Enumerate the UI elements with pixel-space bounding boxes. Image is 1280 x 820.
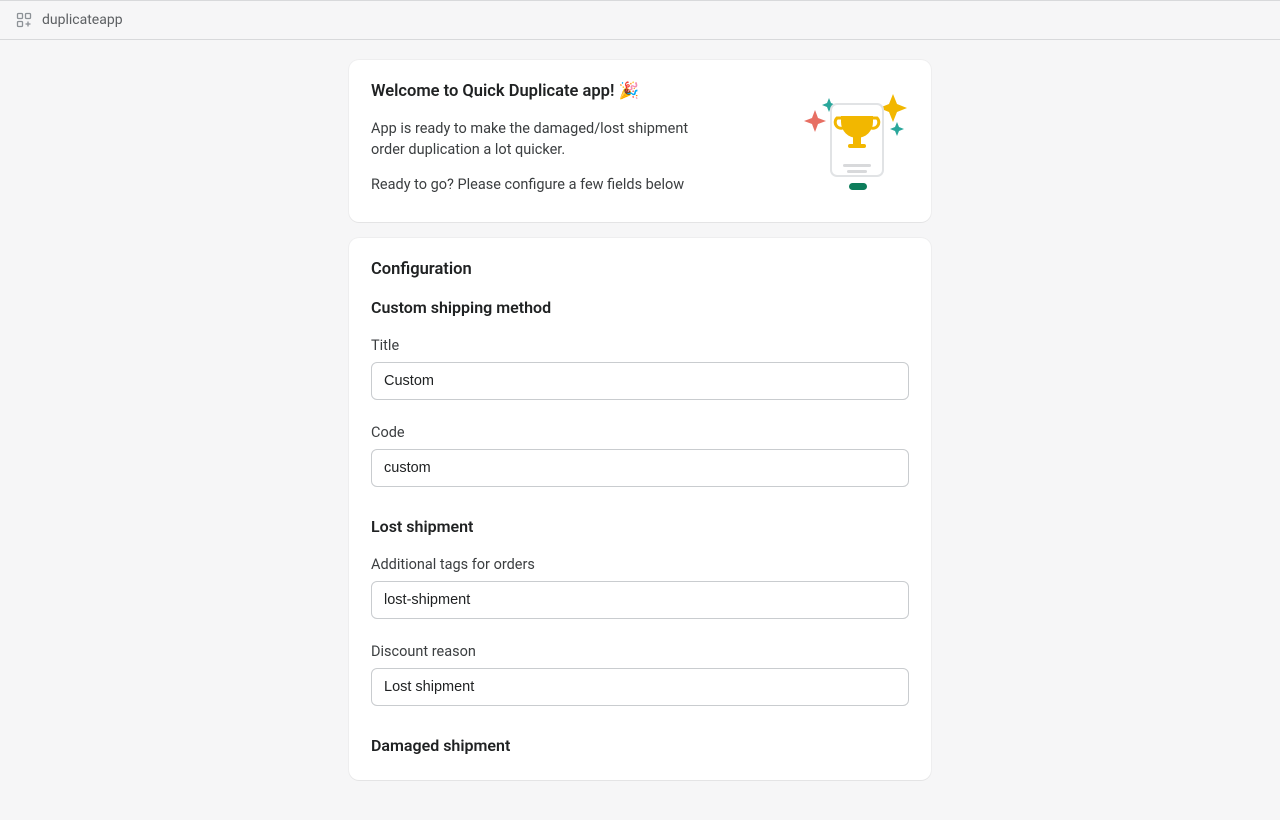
field-lost-discount: Discount reason	[371, 641, 909, 706]
field-shipping-title: Title	[371, 335, 909, 400]
shipping-title-input[interactable]	[371, 362, 909, 400]
app-name: duplicateapp	[42, 10, 123, 30]
welcome-title: Welcome to Quick Duplicate app! 🎉	[371, 80, 771, 104]
damaged-heading: Damaged shipment	[371, 734, 909, 757]
welcome-body-2: Ready to go? Please configure a few fiel…	[371, 174, 721, 195]
page-body: Welcome to Quick Duplicate app! 🎉 App is…	[0, 40, 1280, 820]
section-lost-shipment: Lost shipment Additional tags for orders…	[371, 515, 909, 706]
lost-tags-label: Additional tags for orders	[371, 554, 909, 575]
lost-discount-input[interactable]	[371, 668, 909, 706]
shipping-code-input[interactable]	[371, 449, 909, 487]
config-card: Configuration Custom shipping method Tit…	[349, 238, 931, 780]
welcome-body-1: App is ready to make the damaged/lost sh…	[371, 118, 721, 160]
welcome-card: Welcome to Quick Duplicate app! 🎉 App is…	[349, 60, 931, 222]
lost-tags-input[interactable]	[371, 581, 909, 619]
shipping-title-label: Title	[371, 335, 909, 356]
lost-heading: Lost shipment	[371, 515, 909, 538]
app-header: duplicateapp	[0, 0, 1280, 40]
section-damaged-shipment: Damaged shipment	[371, 734, 909, 757]
section-shipping-method: Custom shipping method Title Code	[371, 296, 909, 487]
field-lost-tags: Additional tags for orders	[371, 554, 909, 619]
shipping-heading: Custom shipping method	[371, 296, 909, 319]
trophy-illustration	[789, 80, 909, 200]
config-heading: Configuration	[371, 258, 909, 282]
app-icon	[16, 12, 32, 28]
field-shipping-code: Code	[371, 422, 909, 487]
lost-discount-label: Discount reason	[371, 641, 909, 662]
shipping-code-label: Code	[371, 422, 909, 443]
